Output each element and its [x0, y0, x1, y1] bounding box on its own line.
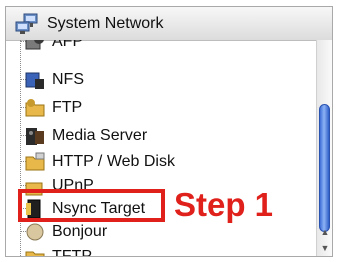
tree-item-label: Bonjour	[52, 223, 108, 240]
tree-item-label: HTTP / Web Disk	[52, 153, 175, 170]
tree-item-label: NFS	[52, 71, 84, 88]
system-network-panel: System Network AFP NFS FTP Media Server …	[5, 6, 333, 257]
tree-item-label: Media Server	[52, 127, 148, 144]
tree-item-afp[interactable]: AFP	[6, 40, 306, 54]
scrollbar-thumb[interactable]	[319, 104, 330, 232]
tftp-icon	[25, 251, 45, 256]
afp-icon	[25, 40, 44, 50]
bonjour-icon	[26, 223, 44, 241]
tree-item-http-web-disk[interactable]: HTTP / Web Disk	[6, 150, 306, 174]
tree-item-label: FTP	[52, 99, 83, 116]
tree-item-label: AFP	[52, 40, 84, 50]
network-computers-icon	[15, 13, 38, 34]
nfs-icon	[25, 72, 44, 89]
tree-item-bonjour[interactable]: Bonjour	[6, 220, 306, 244]
scroll-down-arrow-icon[interactable]: ▼	[318, 240, 332, 256]
vertical-scrollbar[interactable]: ▲ ▼	[316, 40, 332, 256]
tree-item-media-server[interactable]: Media Server	[6, 124, 306, 148]
nsync-target-highlight-box	[18, 189, 165, 222]
tree-item-nfs[interactable]: NFS	[6, 68, 306, 92]
panel-header: System Network	[6, 7, 332, 41]
http-web-disk-icon	[25, 152, 45, 171]
panel-title: System Network	[47, 15, 164, 32]
scroll-up-arrow-icon[interactable]: ▲	[318, 224, 332, 240]
tree-item-ftp[interactable]: FTP	[6, 96, 306, 120]
service-tree: AFP NFS FTP Media Server HTTP / Web Disk…	[6, 40, 316, 256]
tree-item-tftp[interactable]: TFTP	[6, 245, 306, 256]
ftp-icon	[25, 99, 45, 117]
step-annotation: Step 1	[174, 186, 274, 223]
media-server-icon	[26, 128, 44, 145]
tree-item-label: TFTP	[52, 247, 92, 256]
